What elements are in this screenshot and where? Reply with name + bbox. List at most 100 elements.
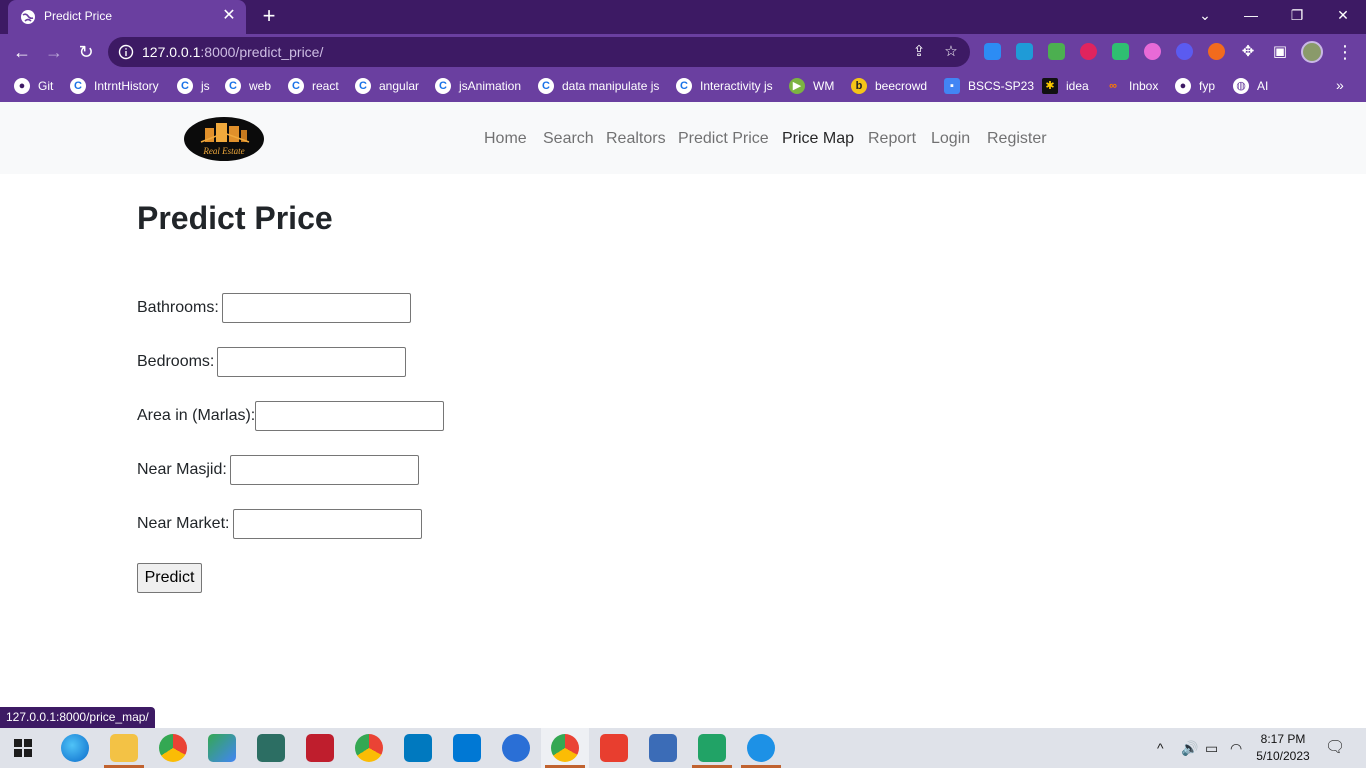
svg-text:Real Estate: Real Estate: [202, 146, 244, 156]
bookmark-item[interactable]: ▶ WM: [789, 77, 834, 95]
bookmark-label: Git: [38, 79, 54, 93]
browser-menu-icon[interactable]: ⋮: [1336, 40, 1354, 64]
play-store-icon[interactable]: [208, 734, 236, 762]
bookmark-item[interactable]: CjsAnimation: [435, 77, 521, 95]
more-bookmarks-icon[interactable]: »: [1336, 77, 1344, 93]
near-market-input[interactable]: [233, 509, 422, 539]
page-title: Predict Price: [137, 200, 333, 236]
bookmark-item[interactable]: Cweb: [225, 77, 271, 95]
reload-icon[interactable]: ↻: [74, 40, 98, 64]
bookmark-item[interactable]: ● Git: [14, 77, 53, 95]
bookmark-label: data manipulate js: [562, 79, 660, 93]
site-info-icon[interactable]: [118, 44, 134, 60]
chrome-profile-icon[interactable]: [355, 734, 383, 762]
chrome-active-icon[interactable]: [551, 734, 579, 762]
volume-icon[interactable]: 🔊: [1181, 740, 1198, 756]
profile-avatar[interactable]: [1301, 41, 1323, 63]
address-bar[interactable]: 127.0.0.1:8000/predict_price/ ⇪ ☆: [108, 37, 970, 67]
real-estate-logo[interactable]: Real Estate: [183, 116, 265, 162]
nav-realtors[interactable]: Realtors: [606, 130, 666, 148]
play-icon: ▶: [789, 78, 805, 94]
globe-icon: [21, 10, 35, 24]
docker-icon[interactable]: [747, 734, 775, 762]
bookmark-item[interactable]: C IntrntHistory: [70, 77, 159, 95]
bookmark-label: angular: [379, 79, 420, 93]
bird-app-icon[interactable]: [502, 734, 530, 762]
bathrooms-label: Bathrooms:: [137, 299, 219, 316]
extension-color-icon[interactable]: [1144, 43, 1161, 60]
extension-gear-icon[interactable]: [1176, 43, 1193, 60]
bookmark-item[interactable]: ✱ idea: [1042, 77, 1089, 95]
clock-time: 8:17 PM: [1260, 732, 1306, 746]
battery-icon[interactable]: ▭: [1205, 740, 1218, 756]
nav-login[interactable]: Login: [931, 130, 970, 148]
git-app-icon[interactable]: [600, 734, 628, 762]
bathrooms-input[interactable]: [222, 293, 411, 323]
bookmark-label: react: [312, 79, 339, 93]
browser-tab[interactable]: Predict Price ✕: [8, 0, 246, 34]
extension-reader-icon[interactable]: [1016, 43, 1033, 60]
trello-icon[interactable]: [404, 734, 432, 762]
chrome-c-icon: C: [177, 78, 193, 94]
vscode-icon[interactable]: [453, 734, 481, 762]
bookmark-item[interactable]: Cdata manipulate js: [538, 77, 659, 95]
tab-strip: Predict Price ✕ + ⌄ — ❐ ✕: [0, 0, 1366, 34]
area-input[interactable]: [255, 401, 444, 431]
extension-postman-icon[interactable]: [1208, 43, 1225, 60]
back-arrow-icon[interactable]: ←: [10, 40, 34, 64]
filezilla-icon[interactable]: [306, 734, 334, 762]
tray-overflow-chevron-icon[interactable]: ^: [1157, 740, 1164, 756]
nav-home[interactable]: Home: [484, 130, 527, 148]
bookmark-item[interactable]: b beecrowd: [851, 77, 927, 95]
quran-app-icon[interactable]: [257, 734, 285, 762]
near-masjid-input[interactable]: [230, 455, 419, 485]
close-window-button[interactable]: ✕: [1320, 0, 1366, 32]
nav-predict-price[interactable]: Predict Price: [678, 130, 769, 148]
nav-price-map[interactable]: Price Map: [782, 130, 854, 148]
bookmark-item[interactable]: ◍ AI: [1233, 77, 1268, 95]
browser-toolbar: ← → ↻ 127.0.0.1:8000/predict_price/ ⇪ ☆ …: [0, 34, 1366, 70]
idea-icon: ✱: [1042, 78, 1058, 94]
predict-button[interactable]: Predict: [137, 563, 202, 593]
beecrowd-icon: b: [851, 78, 867, 94]
close-tab-icon[interactable]: ✕: [220, 7, 238, 25]
bookmark-item[interactable]: ● fyp: [1175, 77, 1215, 95]
extensions-puzzle-icon[interactable]: ✥: [1239, 43, 1257, 61]
vscode-insiders-icon[interactable]: [698, 734, 726, 762]
bookmark-item[interactable]: Creact: [288, 77, 339, 95]
extension-translate-icon[interactable]: [984, 43, 1001, 60]
file-explorer-icon[interactable]: [110, 734, 138, 762]
minimize-button[interactable]: —: [1228, 0, 1274, 32]
nav-register[interactable]: Register: [987, 130, 1047, 148]
bookmark-star-icon[interactable]: ☆: [942, 43, 960, 61]
bookmark-label: AI: [1257, 79, 1269, 93]
new-tab-button[interactable]: +: [258, 5, 280, 28]
extension-mail-icon[interactable]: [1112, 43, 1129, 60]
bedrooms-input[interactable]: [217, 347, 406, 377]
edge-icon[interactable]: [61, 734, 89, 762]
taskbar-clock[interactable]: 8:17 PM 5/10/2023: [1252, 731, 1314, 765]
nav-report[interactable]: Report: [868, 130, 916, 148]
bookmark-item[interactable]: Cangular: [355, 77, 419, 95]
tab-title: Predict Price: [44, 9, 113, 23]
bookmark-item[interactable]: ∞ Inbox: [1105, 77, 1158, 95]
notification-icon[interactable]: 🗨: [1325, 740, 1345, 756]
url-host: 127.0.0.1: [142, 44, 201, 60]
windows-start-icon[interactable]: [14, 739, 32, 757]
forward-arrow-icon[interactable]: →: [42, 40, 66, 64]
extension-print-icon[interactable]: [1048, 43, 1065, 60]
chrome-icon[interactable]: [159, 734, 187, 762]
network-app-icon[interactable]: [649, 734, 677, 762]
share-icon[interactable]: ⇪: [910, 43, 928, 61]
bookmark-item[interactable]: ▪ BSCS-SP23: [944, 77, 1034, 95]
tab-search-chevron-icon[interactable]: ⌄: [1182, 0, 1228, 32]
clock-date: 5/10/2023: [1256, 749, 1310, 763]
restore-button[interactable]: ❐: [1274, 0, 1320, 32]
wifi-icon[interactable]: ◠: [1230, 740, 1242, 756]
nav-search[interactable]: Search: [543, 130, 594, 148]
extension-pinterest-icon[interactable]: [1080, 43, 1097, 60]
bookmark-item[interactable]: Cjs: [177, 77, 210, 95]
chrome-c-icon: C: [288, 78, 304, 94]
bookmark-item[interactable]: C Interactivity js: [676, 77, 773, 95]
side-panel-icon[interactable]: ▣: [1271, 43, 1289, 61]
